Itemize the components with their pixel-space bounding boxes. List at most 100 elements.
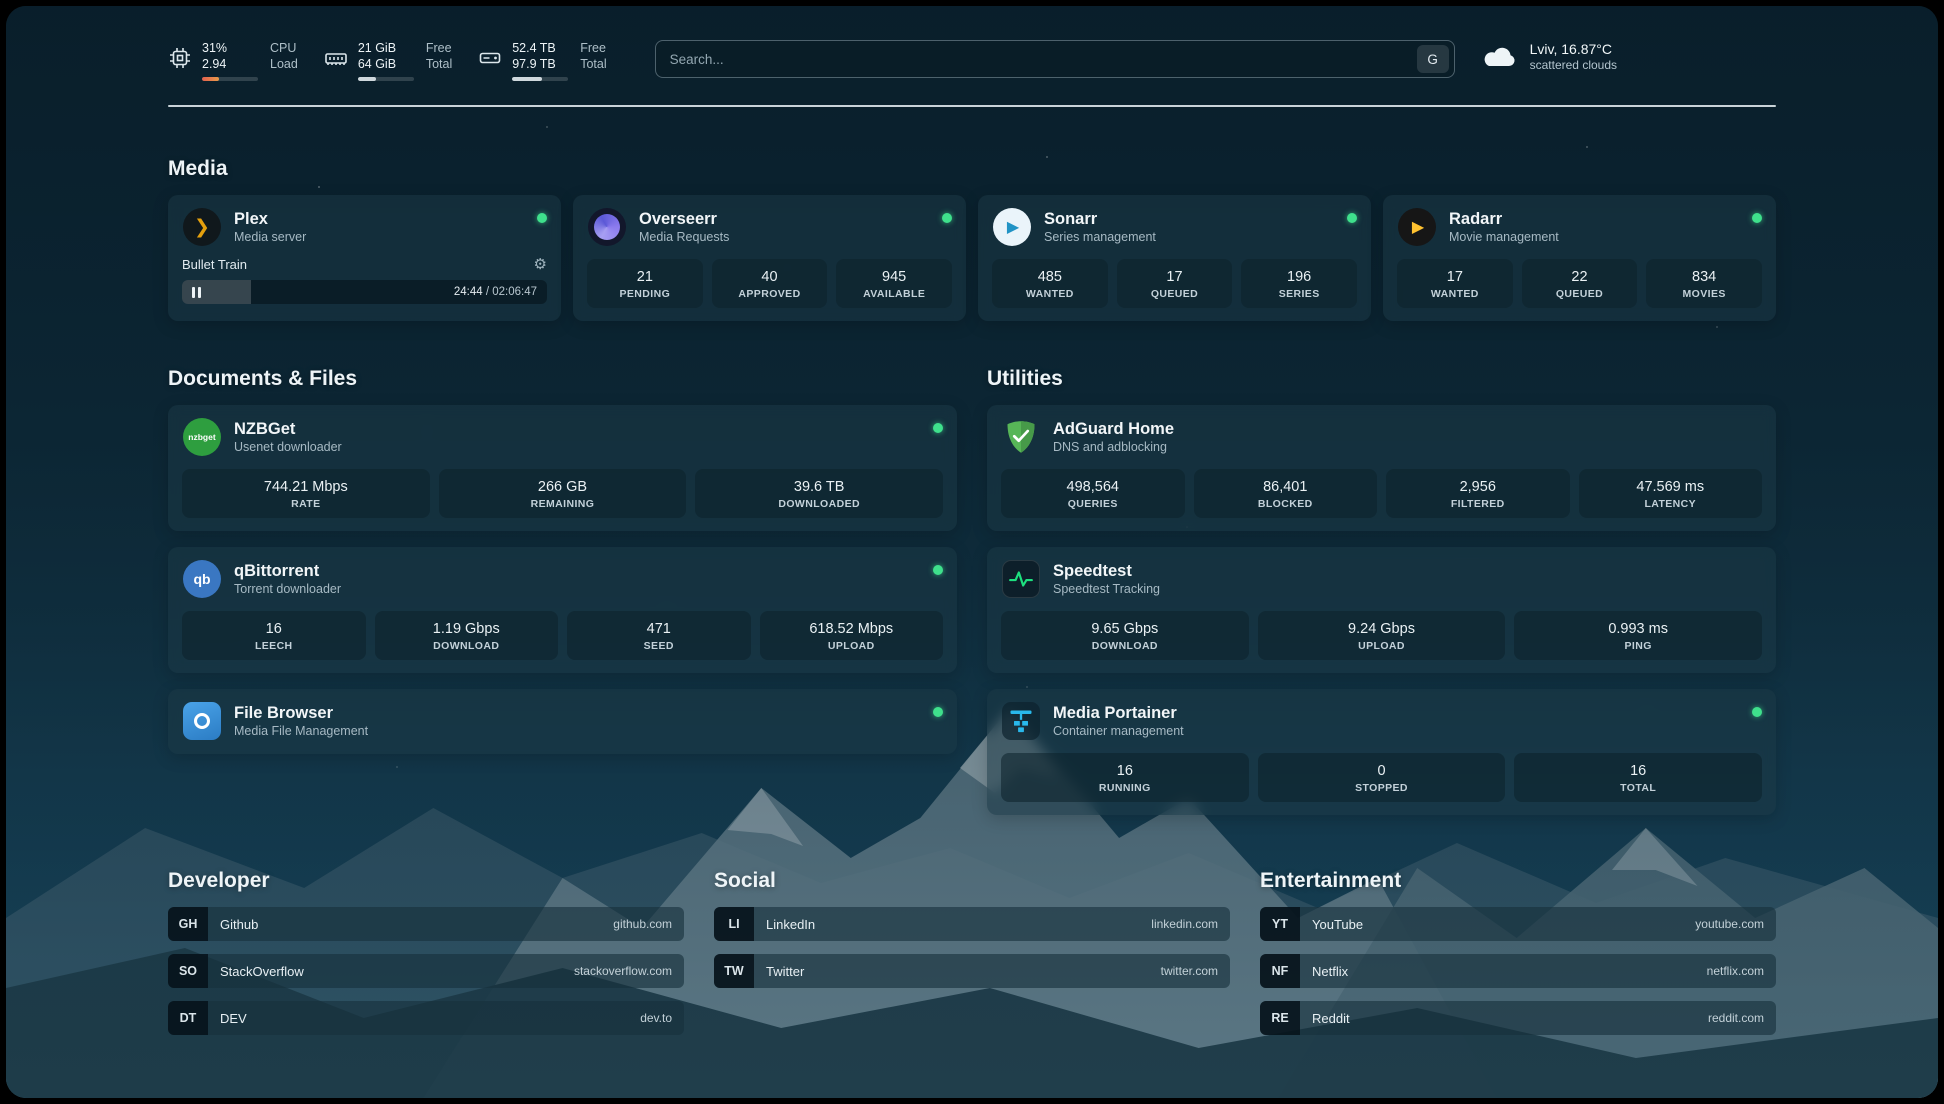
stat-label: UPLOAD — [1262, 640, 1502, 652]
filebrowser-card[interactable]: File Browser Media File Management — [168, 689, 957, 754]
stat-value: 16 — [186, 620, 362, 638]
radarr-card[interactable]: Radarr Movie management 17 WANTED 22 QUE… — [1383, 195, 1776, 321]
cpu-values: 31% 2.94 — [202, 40, 258, 81]
gear-icon[interactable] — [534, 257, 547, 272]
bookmark-url: netflix.com — [1695, 954, 1776, 988]
entertainment-column: Entertainment YT YouTube youtube.com NF … — [1260, 869, 1776, 1048]
portainer-icon — [1001, 701, 1041, 741]
stat-available: 945 AVAILABLE — [836, 259, 952, 308]
bookmark-linkedin[interactable]: LI LinkedIn linkedin.com — [714, 907, 1230, 941]
bookmark-netflix[interactable]: NF Netflix netflix.com — [1260, 954, 1776, 988]
bookmark-abbr: TW — [714, 954, 754, 988]
bookmark-twitter[interactable]: TW Twitter twitter.com — [714, 954, 1230, 988]
qbittorrent-card[interactable]: qb qBittorrent Torrent downloader 16 LEE… — [168, 547, 957, 673]
stat-wanted: 485 WANTED — [992, 259, 1108, 308]
bookmark-name: Netflix — [1300, 954, 1360, 988]
stat-filtered: 2,956 FILTERED — [1386, 469, 1570, 518]
bookmark-abbr: RE — [1260, 1001, 1300, 1035]
status-dot — [1752, 213, 1762, 223]
ram-total: 64 GiB — [358, 56, 414, 72]
stat-stopped: 0 STOPPED — [1258, 753, 1506, 802]
service-subtitle: Usenet downloader — [234, 439, 342, 455]
stat-label: APPROVED — [716, 288, 824, 300]
stat-queued: 17 QUEUED — [1117, 259, 1233, 308]
stat-value: 17 — [1121, 268, 1229, 286]
stat-blocked: 86,401 BLOCKED — [1194, 469, 1378, 518]
service-title: Radarr — [1449, 209, 1559, 229]
stat-value: 17 — [1401, 268, 1509, 286]
stat-label: LATENCY — [1583, 498, 1759, 510]
media-grid: Plex Media server Bullet Train 24:44 / 0… — [168, 195, 1776, 321]
bookmark-github[interactable]: GH Github github.com — [168, 907, 684, 941]
stat-ping: 0.993 ms PING — [1514, 611, 1762, 660]
stat-value: 40 — [716, 268, 824, 286]
status-dot — [942, 213, 952, 223]
service-title: Overseerr — [639, 209, 729, 229]
stat-value: 0.993 ms — [1518, 620, 1758, 638]
stat-value: 0 — [1262, 762, 1502, 780]
bookmark-youtube[interactable]: YT YouTube youtube.com — [1260, 907, 1776, 941]
search-bar: G — [655, 40, 1455, 78]
bookmark-dev[interactable]: DT DEV dev.to — [168, 1001, 684, 1035]
stat-value: 618.52 Mbps — [764, 620, 940, 638]
bookmark-reddit[interactable]: RE Reddit reddit.com — [1260, 1001, 1776, 1035]
cpu-bar — [202, 77, 258, 81]
weather-widget: Lviv, 16.87°C scattered clouds — [1481, 40, 1617, 73]
bookmark-abbr: GH — [168, 907, 208, 941]
filebrowser-icon — [182, 701, 222, 741]
stat-value: 21 — [591, 268, 699, 286]
plex-card[interactable]: Plex Media server Bullet Train 24:44 / 0… — [168, 195, 561, 321]
nzbget-card[interactable]: nzbget NZBGet Usenet downloader 744.21 M… — [168, 405, 957, 531]
portainer-card[interactable]: Media Portainer Container management 16 … — [987, 689, 1776, 815]
status-dot — [933, 707, 943, 717]
documents-column: Documents & Files nzbget NZBGet Usenet d… — [168, 367, 957, 815]
stat-label: FILTERED — [1390, 498, 1566, 510]
stat-series: 196 SERIES — [1241, 259, 1357, 308]
stat-label: SERIES — [1245, 288, 1353, 300]
bookmark-abbr: NF — [1260, 954, 1300, 988]
adguard-card[interactable]: AdGuard Home DNS and adblocking 498,564 … — [987, 405, 1776, 531]
service-subtitle: Series management — [1044, 229, 1156, 245]
search-input[interactable] — [670, 52, 1417, 67]
stat-download: 1.19 Gbps DOWNLOAD — [375, 611, 559, 660]
stat-value: 498,564 — [1005, 478, 1181, 496]
sonarr-card[interactable]: Sonarr Series management 485 WANTED 17 Q… — [978, 195, 1371, 321]
bookmark-abbr: DT — [168, 1001, 208, 1035]
stat-queued: 22 QUEUED — [1522, 259, 1638, 308]
ram-label-top: Free — [426, 40, 452, 56]
stat-label: TOTAL — [1518, 782, 1758, 794]
player-bar[interactable]: 24:44 / 02:06:47 — [182, 280, 547, 304]
cpu-labels: CPU Load — [270, 40, 298, 81]
search-provider-button[interactable]: G — [1417, 45, 1449, 73]
stat-label: QUERIES — [1005, 498, 1181, 510]
service-subtitle: Movie management — [1449, 229, 1559, 245]
ram-label-bottom: Total — [426, 56, 452, 72]
stat-value: 9.65 Gbps — [1005, 620, 1245, 638]
stat-value: 86,401 — [1198, 478, 1374, 496]
bookmark-stackoverflow[interactable]: SO StackOverflow stackoverflow.com — [168, 954, 684, 988]
stat-value: 485 — [996, 268, 1104, 286]
cpu-label-bottom: Load — [270, 56, 298, 72]
qbittorrent-icon: qb — [182, 559, 222, 599]
pause-icon[interactable] — [192, 287, 201, 298]
speedtest-card[interactable]: Speedtest Speedtest Tracking 9.65 Gbps D… — [987, 547, 1776, 673]
stat-wanted: 17 WANTED — [1397, 259, 1513, 308]
stat-label: QUEUED — [1121, 288, 1229, 300]
service-subtitle: DNS and adblocking — [1053, 439, 1174, 455]
dashboard-screen: 31% 2.94 CPU Load — [6, 6, 1938, 1098]
weather-text: Lviv, 16.87°C scattered clouds — [1530, 40, 1617, 73]
ram-values: 21 GiB 64 GiB — [358, 40, 414, 81]
bookmark-abbr: SO — [168, 954, 208, 988]
stat-label: BLOCKED — [1198, 498, 1374, 510]
disk-label-bottom: Total — [580, 56, 606, 72]
stat-label: SEED — [571, 640, 747, 652]
bookmark-url: dev.to — [628, 1001, 684, 1035]
bookmark-url: linkedin.com — [1139, 907, 1230, 941]
speedtest-icon — [1001, 559, 1041, 599]
stat-value: 47.569 ms — [1583, 478, 1759, 496]
overseerr-card[interactable]: Overseerr Media Requests 21 PENDING 40 A… — [573, 195, 966, 321]
status-dot — [933, 565, 943, 575]
stat-label: RATE — [186, 498, 426, 510]
status-dot — [1347, 213, 1357, 223]
cloud-icon — [1481, 42, 1519, 72]
